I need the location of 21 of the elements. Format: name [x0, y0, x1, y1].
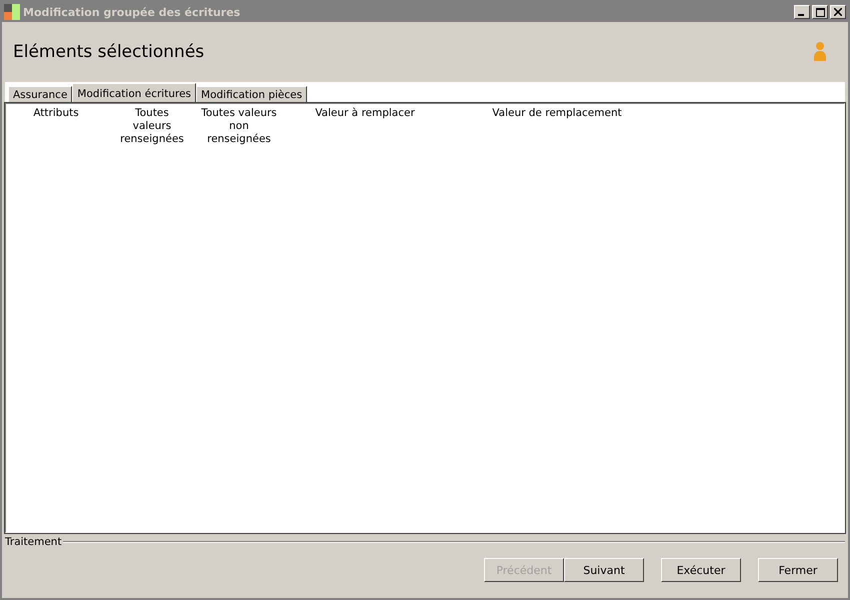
group-label: Traitement	[5, 536, 62, 548]
window-title: Modification groupée des écritures	[23, 6, 242, 18]
section-title: Eléments sélectionnés	[13, 42, 204, 62]
column-header: Valeur à remplacer	[314, 107, 416, 121]
maximize-icon	[816, 8, 824, 16]
minimize-button[interactable]	[794, 5, 810, 19]
maximize-button[interactable]	[812, 5, 828, 19]
column-header: Valeur de remplacement	[491, 107, 623, 121]
tab[interactable]: Modification pièces	[196, 86, 308, 103]
action-button[interactable]: Fermer	[758, 558, 838, 582]
action-button[interactable]: Suivant	[564, 558, 644, 582]
tab[interactable]: Assurance	[8, 86, 72, 103]
tab[interactable]: Modification écritures	[72, 83, 196, 103]
app-icon	[4, 4, 20, 20]
close-icon	[834, 8, 842, 16]
column-header: Toutes valeurs non renseignées	[200, 107, 278, 146]
column-header: Attributs	[32, 107, 80, 121]
column-header: Toutes valeurs renseignées	[119, 107, 185, 146]
person-icon	[812, 41, 828, 63]
close-button[interactable]	[830, 5, 846, 19]
action-button[interactable]: Exécuter	[661, 558, 741, 582]
